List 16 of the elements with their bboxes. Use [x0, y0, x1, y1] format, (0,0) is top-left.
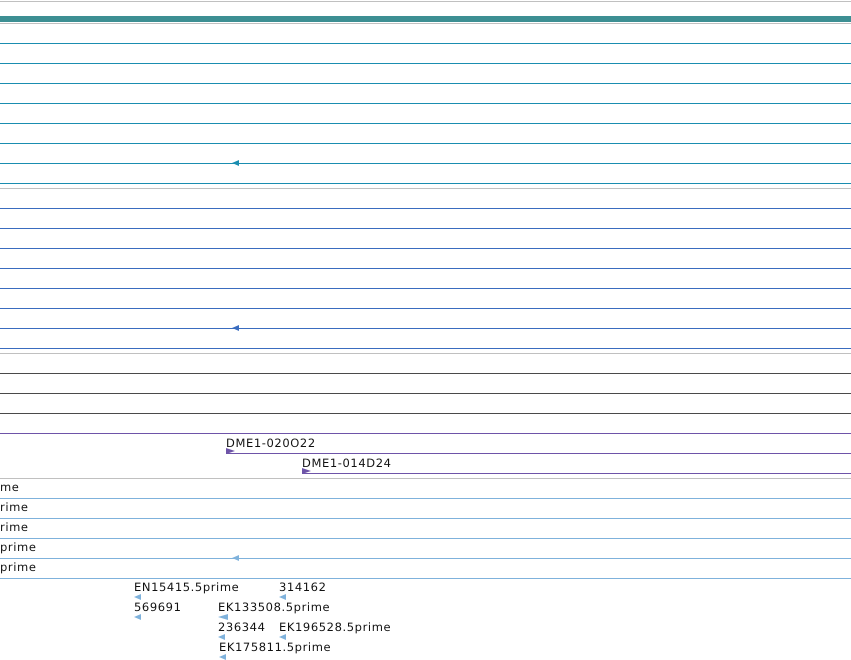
feature-label: 314162 [279, 580, 326, 594]
feature-label: 569691 [134, 600, 182, 614]
feature-label: 236344 [218, 620, 266, 634]
feature-label: DME1-020O22 [226, 436, 316, 450]
feature-label: EN15415.5prime [134, 580, 240, 594]
feature-label: prime [0, 560, 37, 574]
arrow-icon [302, 468, 311, 474]
feature-label: rime [0, 500, 29, 514]
feature-label: EK196528.5prime [279, 620, 392, 634]
feature-label: EK133508.5prime [218, 600, 330, 614]
feature-label: DME1-014D24 [302, 456, 392, 470]
feature-label: rime [0, 520, 29, 534]
feature-label: EK175811.5prime [219, 640, 332, 654]
feature-label: me [0, 480, 20, 494]
feature-label: prime [0, 540, 37, 554]
arrow-icon [226, 448, 235, 454]
